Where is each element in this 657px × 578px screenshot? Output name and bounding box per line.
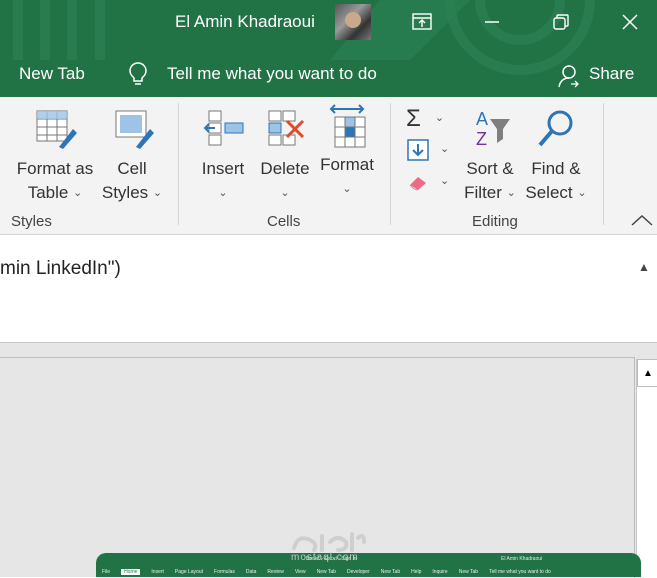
- thumbnail-tab: New Tab: [380, 569, 401, 575]
- thumbnail-tab: Help: [411, 569, 422, 575]
- thumbnail-tab: Home: [121, 569, 141, 575]
- vertical-scrollbar[interactable]: ▲: [636, 359, 657, 577]
- svg-text:A: A: [476, 109, 488, 129]
- thumbnail-tab: File: [102, 569, 111, 575]
- magnifier-icon: [538, 110, 573, 147]
- svg-text:Z: Z: [476, 129, 487, 149]
- ribbon-home: Format as Table ⌄ Cell Styles ⌄ Styles I…: [0, 97, 657, 235]
- chevron-down-icon: ⌄: [152, 187, 163, 199]
- thumbnail-tab: Tell me what you want to do: [489, 569, 551, 575]
- clear-button[interactable]: ⌄: [406, 173, 449, 191]
- thumbnail-tab: Data: [245, 569, 257, 575]
- sort-filter-label-1: Sort &: [466, 159, 514, 178]
- find-select-label-2: Select: [525, 183, 573, 202]
- eraser-icon: [409, 177, 426, 191]
- chevron-down-icon: ⌄: [73, 187, 83, 199]
- format-as-table-label-2: Table: [27, 183, 69, 202]
- thumbnail-tab: Review: [267, 569, 284, 575]
- chevron-down-icon: ⌄: [506, 187, 516, 199]
- delete-label: Delete: [260, 159, 310, 178]
- fill-button[interactable]: ⌄: [406, 139, 449, 161]
- autosum-button[interactable]: Σ ⌄: [406, 107, 444, 131]
- thumbnail-tab: New Tab: [458, 569, 479, 575]
- account-name[interactable]: El Amin Khadraoui: [175, 12, 315, 32]
- tell-me-search[interactable]: Tell me what you want to do: [167, 64, 377, 84]
- format-as-table-label-1: Format as: [16, 159, 94, 178]
- thumbnail-tabs: File Home Insert Page Layout Formulas Da…: [102, 569, 551, 575]
- cell-styles-icon: [115, 110, 154, 149]
- fill-down-icon: [407, 139, 429, 161]
- mostaql-logo-icon: [292, 532, 366, 552]
- chevron-down-icon: ⌄: [440, 142, 450, 155]
- restore-icon: [553, 14, 569, 30]
- chevron-down-icon: ⌄: [577, 187, 587, 199]
- minimize-button[interactable]: [472, 6, 512, 38]
- chevron-down-icon: ⌄: [280, 187, 290, 199]
- thumbnail-tab: New Tab: [316, 569, 336, 575]
- insert-cells-button[interactable]: Insert ⌄: [196, 107, 250, 207]
- group-divider: [390, 103, 391, 225]
- insert-cells-icon: [203, 110, 244, 146]
- sort-filter-button[interactable]: A Z Sort & Filter ⌄: [458, 107, 522, 207]
- formula-bar[interactable]: min LinkedIn") ▲: [0, 250, 657, 343]
- cell-styles-label-1: Cell: [117, 159, 147, 178]
- thumbnail-tab: Developer: [346, 569, 370, 575]
- chevron-down-icon: ⌄: [342, 183, 352, 195]
- minimize-icon: [485, 21, 499, 23]
- thumbnail-user: El Amin Khadraoui: [501, 556, 543, 562]
- format-cells-icon: [329, 104, 366, 148]
- embedded-excel-screenshot: Book1 - Excel · Sign in El Amin Khadraou…: [96, 553, 641, 577]
- find-select-label-1: Find &: [531, 159, 581, 178]
- delete-cells-button[interactable]: Delete ⌄: [256, 107, 314, 207]
- ribbon-display-icon: [412, 13, 432, 30]
- watermark-text: mostaql.com: [291, 552, 359, 563]
- delete-cells-icon: [268, 110, 305, 146]
- sort-filter-label-2: Filter: [464, 183, 502, 202]
- group-divider: [603, 103, 604, 225]
- thumbnail-tab: Page Layout: [174, 569, 204, 575]
- title-bar: El Amin Khadraoui New Tab Tell me what y…: [0, 0, 657, 97]
- thumbnail-tab: Formulas: [214, 569, 235, 575]
- collapse-ribbon-icon[interactable]: [630, 213, 654, 227]
- close-button[interactable]: [610, 6, 650, 38]
- account-avatar[interactable]: [335, 4, 371, 40]
- close-icon: [622, 14, 638, 30]
- group-label-editing: Editing: [472, 213, 518, 230]
- ribbon-display-options-button[interactable]: [402, 6, 442, 38]
- thumbnail-tab: Insert: [151, 569, 164, 575]
- share-button[interactable]: Share: [589, 64, 634, 84]
- sort-filter-icon: A Z: [476, 109, 510, 149]
- collapse-formula-bar-icon[interactable]: ▲: [638, 260, 650, 274]
- thumbnail-tab: View: [294, 569, 306, 575]
- chevron-down-icon: ⌄: [434, 111, 445, 124]
- thumbnail-tab: Inquire: [432, 569, 448, 575]
- group-label-cells: Cells: [267, 213, 301, 230]
- format-as-table-button[interactable]: Format as Table ⌄: [12, 107, 98, 207]
- share-person-icon[interactable]: [557, 64, 579, 88]
- tab-new-tab[interactable]: New Tab: [19, 64, 85, 84]
- group-label-styles: Styles: [11, 213, 52, 230]
- restore-button[interactable]: [541, 6, 581, 38]
- format-cells-button[interactable]: Format ⌄: [316, 103, 378, 203]
- format-as-table-icon: [36, 110, 77, 149]
- lightbulb-icon[interactable]: [128, 61, 148, 87]
- group-divider: [178, 103, 179, 225]
- format-label: Format: [320, 155, 374, 174]
- find-select-button[interactable]: Find & Select ⌄: [524, 107, 588, 207]
- chevron-down-icon: ⌄: [218, 187, 228, 199]
- scroll-up-arrow-icon[interactable]: ▲: [637, 359, 657, 387]
- cell-styles-label-2: Styles: [101, 183, 149, 202]
- sigma-icon: Σ: [406, 105, 421, 132]
- cell-styles-button[interactable]: Cell Styles ⌄: [100, 107, 164, 207]
- formula-bar-content[interactable]: min LinkedIn"): [0, 258, 121, 280]
- chevron-down-icon: ⌄: [440, 174, 450, 187]
- insert-label: Insert: [201, 159, 245, 178]
